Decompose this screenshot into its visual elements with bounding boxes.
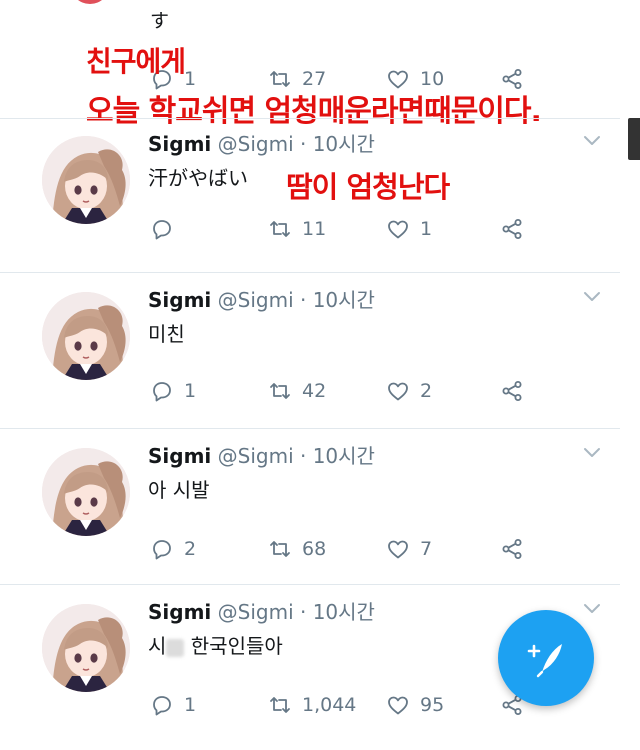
like-button[interactable]: 7 xyxy=(386,534,432,564)
reply-button[interactable]: 1 xyxy=(150,376,196,406)
display-name[interactable]: Sigmi xyxy=(148,600,211,624)
avatar[interactable] xyxy=(70,0,110,4)
handle-time: @Sigmi · 10시간 xyxy=(217,288,375,312)
divider xyxy=(0,428,620,429)
display-name[interactable]: Sigmi xyxy=(148,132,211,156)
display-name[interactable]: Sigmi xyxy=(148,288,211,312)
divider xyxy=(0,584,620,585)
tweet-text: 아 시발 xyxy=(148,478,210,502)
tweet-header: Sigmi @Sigmi · 10시간 xyxy=(148,440,375,469)
avatar[interactable] xyxy=(42,604,130,692)
retweet-count: 1,044 xyxy=(302,694,357,716)
retweet-icon xyxy=(268,537,292,561)
like-count: 95 xyxy=(420,694,445,716)
tweet-text: 汗がやばい xyxy=(148,166,248,190)
retweet-count: 68 xyxy=(302,538,327,560)
tweet-text: 시 한국인들아 xyxy=(148,630,283,659)
reply-icon xyxy=(150,537,174,561)
retweet-button[interactable]: 11 xyxy=(268,214,326,244)
heart-icon xyxy=(386,693,410,717)
share-button[interactable] xyxy=(500,534,534,564)
share-button[interactable] xyxy=(500,376,534,406)
retweet-button[interactable]: 68 xyxy=(268,534,326,564)
reply-count: 1 xyxy=(184,694,197,716)
retweet-count: 11 xyxy=(302,218,327,240)
avatar[interactable] xyxy=(42,292,130,380)
tweet: Sigmi @Sigmi · 10시간 미친 1 42 2 xyxy=(0,280,640,435)
compose-feather-icon xyxy=(527,644,562,678)
chevron-down-icon[interactable] xyxy=(582,290,602,304)
chevron-down-icon[interactable] xyxy=(582,134,602,148)
avatar[interactable] xyxy=(42,136,130,224)
reply-button[interactable] xyxy=(150,214,184,244)
chevron-down-icon[interactable] xyxy=(582,602,602,616)
share-icon xyxy=(500,379,524,403)
tweet-header: Sigmi @Sigmi · 10시간 xyxy=(148,128,375,157)
reply-button[interactable]: 1 xyxy=(150,690,196,720)
retweet-count: 42 xyxy=(302,380,327,402)
reply-count: 1 xyxy=(184,380,197,402)
retweet-button[interactable]: 1,044 xyxy=(268,690,356,720)
tweet-actions: 11 1 xyxy=(150,214,550,244)
tweet-actions: 1 42 2 xyxy=(150,376,550,406)
like-button[interactable]: 1 xyxy=(386,214,432,244)
tweet-text: 미친 xyxy=(148,322,185,346)
handle-time: @Sigmi · 10시간 xyxy=(217,132,375,156)
heart-icon xyxy=(386,537,410,561)
like-count: 7 xyxy=(420,538,433,560)
share-button[interactable] xyxy=(500,214,534,244)
retweet-icon xyxy=(268,693,292,717)
handle-time: @Sigmi · 10시간 xyxy=(217,600,375,624)
reply-icon xyxy=(150,693,174,717)
tweet: Sigmi @Sigmi · 10시간 아 시발 2 68 7 xyxy=(0,436,640,591)
retweet-icon xyxy=(268,379,292,403)
reply-icon xyxy=(150,379,174,403)
censored-blur xyxy=(166,638,185,657)
overlay-caption-line1: 친구에게 xyxy=(86,45,186,78)
tweet-actions: 2 68 7 xyxy=(150,534,550,564)
tweet-text-part: 한국인들아 xyxy=(190,634,283,658)
avatar[interactable] xyxy=(42,448,130,536)
retweet-button[interactable]: 42 xyxy=(268,376,326,406)
tweet-header: Sigmi @Sigmi · 10시간 xyxy=(148,596,375,625)
like-count: 2 xyxy=(420,380,433,402)
retweet-icon xyxy=(268,217,292,241)
reply-icon xyxy=(150,217,174,241)
reply-count: 2 xyxy=(184,538,197,560)
like-button[interactable]: 95 xyxy=(386,690,444,720)
tweet-text-part: 시 xyxy=(148,634,167,658)
share-icon xyxy=(500,217,524,241)
divider xyxy=(0,272,620,273)
display-name[interactable]: Sigmi xyxy=(148,444,211,468)
share-icon xyxy=(500,537,524,561)
compose-tweet-button[interactable] xyxy=(498,610,594,706)
divider xyxy=(0,118,620,119)
tweet-header: Sigmi @Sigmi · 10시간 xyxy=(148,284,375,313)
tweet-actions: 1 1,044 95 xyxy=(150,690,550,720)
heart-icon xyxy=(386,217,410,241)
like-button[interactable]: 2 xyxy=(386,376,432,406)
reply-button[interactable]: 2 xyxy=(150,534,196,564)
heart-icon xyxy=(386,379,410,403)
chevron-down-icon[interactable] xyxy=(582,446,602,460)
tweet-text: す xyxy=(150,10,170,32)
overlay-caption-line3: 땀이 엄청난다 xyxy=(286,170,450,204)
like-count: 1 xyxy=(420,218,433,240)
handle-time: @Sigmi · 10시간 xyxy=(217,444,375,468)
